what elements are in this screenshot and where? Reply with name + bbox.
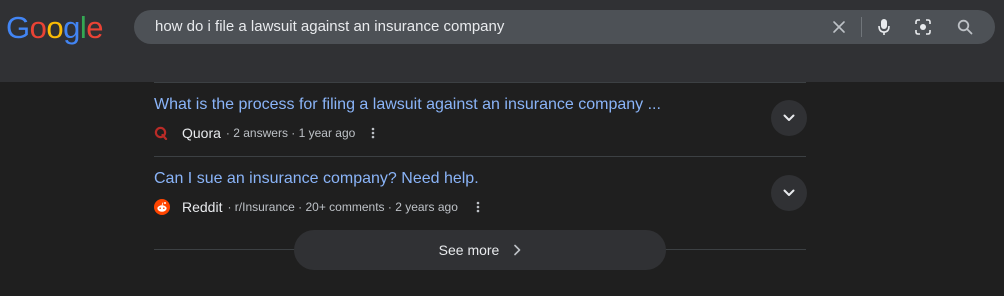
result-source[interactable]: Quora xyxy=(182,125,221,141)
logo-letter: o xyxy=(46,10,64,45)
chevron-down-icon xyxy=(783,114,795,122)
divider xyxy=(154,156,806,157)
expand-button[interactable] xyxy=(771,175,807,211)
close-icon[interactable] xyxy=(828,16,850,38)
google-logo[interactable]: Google xyxy=(6,9,104,47)
result-title-link[interactable]: Can I sue an insurance company? Need hel… xyxy=(154,169,479,189)
header: Google how do i file a lawsuit against a… xyxy=(0,0,1004,82)
chevron-right-icon xyxy=(513,244,521,256)
quora-icon xyxy=(154,126,168,140)
search-icon[interactable] xyxy=(954,16,976,38)
search-divider xyxy=(861,17,862,37)
result-meta: Quora · 2 answers · 1 year ago xyxy=(154,123,379,143)
result-item: What is the process for filing a lawsuit… xyxy=(154,95,807,145)
more-options-icon[interactable] xyxy=(367,125,379,141)
logo-letter: G xyxy=(6,10,30,45)
mic-icon[interactable] xyxy=(873,16,895,38)
expand-button[interactable] xyxy=(771,100,807,136)
reddit-icon xyxy=(154,199,170,215)
search-input[interactable]: how do i file a lawsuit against an insur… xyxy=(155,18,504,36)
result-item: Can I sue an insurance company? Need hel… xyxy=(154,169,807,219)
result-details: · r/Insurance · 20+ comments · 2 years a… xyxy=(227,200,458,214)
more-options-icon[interactable] xyxy=(472,199,484,215)
search-box[interactable]: how do i file a lawsuit against an insur… xyxy=(134,10,995,44)
result-meta: Reddit · r/Insurance · 20+ comments · 2 … xyxy=(154,197,484,217)
result-details: · 2 answers · 1 year ago xyxy=(225,126,356,140)
chevron-down-icon xyxy=(783,189,795,197)
results-panel: What is the process for filing a lawsuit… xyxy=(0,82,1004,296)
logo-letter: g xyxy=(63,10,80,45)
logo-letter: o xyxy=(29,10,47,45)
see-more-button[interactable]: See more xyxy=(294,230,666,270)
result-source[interactable]: Reddit xyxy=(182,199,222,215)
logo-letter: e xyxy=(86,10,104,45)
result-title-link[interactable]: What is the process for filing a lawsuit… xyxy=(154,95,661,115)
divider xyxy=(154,82,806,83)
lens-icon[interactable] xyxy=(912,16,934,38)
see-more-label: See more xyxy=(438,242,500,258)
